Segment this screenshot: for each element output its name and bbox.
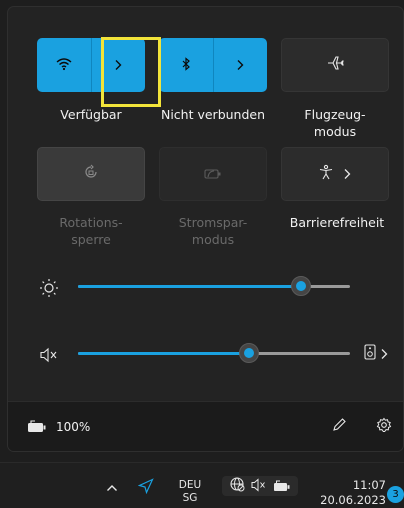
clock-date: 20.06.2023 [320, 493, 386, 507]
chevron-right-icon [342, 165, 352, 184]
airplane-label-line1: Flugzeug- [304, 107, 366, 122]
wifi-toggle-button[interactable] [37, 38, 91, 92]
bluetooth-devices-button[interactable] [212, 38, 267, 92]
input-language-button[interactable]: DEU SG [172, 479, 208, 505]
clock-button[interactable]: 11:07 20.06.2023 [306, 478, 386, 508]
quick-settings-button[interactable] [222, 476, 298, 496]
taskbar: DEU SG 11:07 20.06.2023 [0, 462, 404, 508]
chevron-right-icon [113, 56, 123, 75]
settings-button[interactable] [374, 417, 394, 437]
pencil-icon [331, 417, 347, 437]
battery-saver-label-line2: modus [191, 232, 235, 247]
airplane-label: Flugzeug- modus [276, 106, 394, 140]
brightness-slider-thumb[interactable] [291, 276, 311, 296]
battery-saver-label-line1: Stromspar- [178, 215, 248, 230]
volume-slider-fill [78, 352, 249, 355]
battery-saver-icon [204, 165, 222, 184]
chevron-right-icon [380, 345, 388, 364]
wifi-tile [37, 38, 145, 92]
battery-saver-label: Stromspar- modus [154, 214, 272, 248]
brightness-slider[interactable] [78, 276, 350, 296]
network-globe-icon [229, 476, 245, 496]
notification-badge[interactable]: 3 [387, 486, 404, 503]
accessibility-button[interactable] [281, 147, 389, 201]
bluetooth-icon [181, 56, 191, 75]
airplane-label-line2: modus [313, 124, 357, 139]
accessibility-label: Barrierefreiheit [289, 215, 385, 230]
battery-icon[interactable] [26, 418, 48, 434]
show-hidden-icons-button[interactable] [104, 478, 120, 494]
language-code: DEU [178, 479, 202, 491]
battery-percentage[interactable]: 100% [56, 420, 90, 434]
bluetooth-label: Nicht verbunden [160, 107, 266, 122]
edit-quick-settings-button[interactable] [329, 417, 349, 437]
wifi-label: Verfügbar [60, 107, 122, 122]
accessibility-icon [318, 164, 334, 184]
rotation-lock-label-line1: Rotations- [59, 215, 123, 230]
airplane-icon [326, 55, 344, 75]
wifi-icon [56, 56, 72, 75]
bluetooth-tile [159, 38, 267, 92]
rotation-lock-icon [83, 164, 99, 184]
speaker-device-icon [364, 344, 376, 364]
clock-time: 11:07 [352, 478, 386, 492]
battery-saver-button[interactable] [159, 147, 267, 201]
chevron-up-icon [106, 477, 118, 496]
brightness-slider-fill [78, 285, 301, 288]
quick-settings-footer: 100% [8, 401, 403, 451]
wifi-networks-button[interactable] [90, 38, 145, 92]
volume-slider-thumb[interactable] [239, 343, 259, 363]
rotation-lock-label: Rotations- sperre [32, 214, 150, 248]
battery-icon [273, 477, 291, 496]
keyboard-layout: SG [182, 492, 198, 504]
rotation-lock-label-line2: sperre [71, 232, 111, 247]
brightness-icon [38, 277, 60, 299]
rotation-lock-button[interactable] [37, 147, 145, 201]
volume-muted-icon [251, 477, 267, 496]
chevron-right-icon [235, 56, 245, 75]
volume-muted-icon[interactable] [38, 344, 60, 366]
bluetooth-toggle-button[interactable] [159, 38, 213, 92]
quick-settings-panel: Verfügbar Nicht verbunden Flugzeug- modu… [7, 6, 404, 452]
audio-output-button[interactable] [360, 343, 392, 365]
airplane-mode-button[interactable] [281, 38, 389, 92]
volume-slider[interactable] [78, 343, 350, 363]
gear-icon [376, 417, 392, 437]
location-icon[interactable] [136, 476, 156, 496]
